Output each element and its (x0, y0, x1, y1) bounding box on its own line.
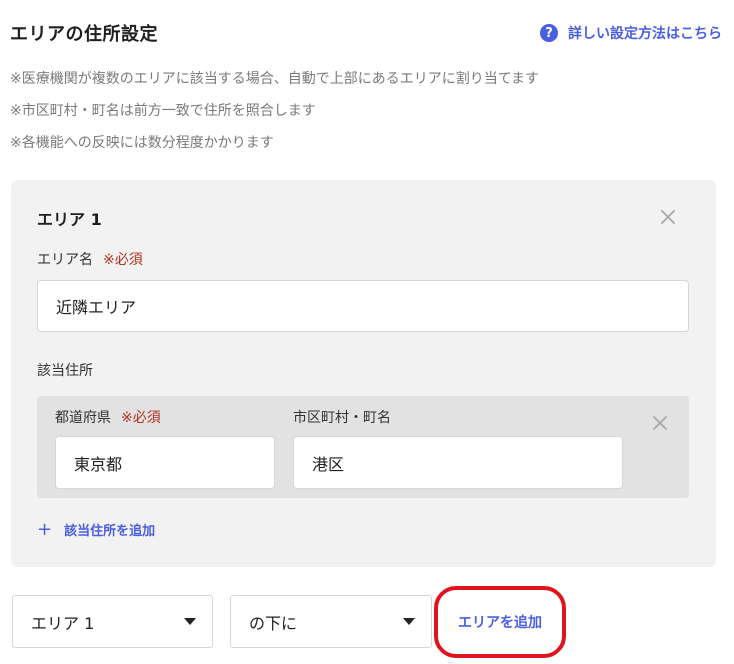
caret-down-icon (403, 618, 415, 625)
plus-icon: + (37, 518, 53, 540)
area-card: エリア 1 エリア名 ※必須 近隣エリア 該当住所 都道府県 ※必須 市区町村・町名… (11, 180, 716, 567)
prefecture-label: 都道府県 ※必須 (55, 407, 161, 427)
question-circle-icon: ? (540, 24, 558, 42)
position-select-value: の下に (249, 613, 298, 633)
city-label: 市区町村・町名 (293, 410, 391, 426)
add-address-label: 該当住所を追加 (64, 524, 156, 539)
area-select[interactable]: エリア 1 (12, 595, 213, 648)
area-name-label-text: エリア名 (37, 252, 93, 268)
address-row: 都道府県 ※必須 市区町村・町名 東京都 港区 (37, 396, 689, 498)
note-prefix-match: ※市区町村・町名は前方一致で住所を照合します (10, 103, 316, 119)
area-name-input[interactable]: 近隣エリア (37, 280, 689, 332)
prefecture-label-text: 都道府県 (55, 410, 111, 426)
area-card-title: エリア 1 (37, 210, 102, 229)
note-priority: ※医療機関が複数のエリアに該当する場合、自動で上部にあるエリアに割り当てます (10, 71, 540, 87)
area-select-value: エリア 1 (31, 613, 95, 633)
highlight-ring: エリアを追加 (434, 586, 566, 658)
required-badge: ※必須 (121, 410, 161, 426)
close-icon[interactable] (659, 208, 677, 226)
area-name-label: エリア名 ※必須 (37, 249, 143, 269)
header: エリアの住所設定 ? 詳しい設定方法はこちら (10, 20, 722, 48)
position-select[interactable]: の下に (230, 595, 432, 648)
add-area-button[interactable]: エリアを追加 (458, 612, 542, 632)
caret-down-icon (184, 618, 196, 625)
note-reflection-delay: ※各機能への反映には数分程度かかります (10, 135, 274, 151)
add-address-button[interactable]: + 該当住所を追加 (37, 520, 155, 539)
help-link-label: 詳しい設定方法はこちら (568, 26, 722, 42)
page-title: エリアの住所設定 (10, 24, 158, 45)
address-section-label: 該当住所 (37, 363, 93, 379)
required-badge: ※必須 (103, 252, 143, 268)
close-icon[interactable] (651, 414, 669, 432)
prefecture-input[interactable]: 東京都 (55, 436, 275, 489)
city-input[interactable]: 港区 (293, 436, 623, 489)
help-link[interactable]: ? 詳しい設定方法はこちら (540, 23, 722, 43)
